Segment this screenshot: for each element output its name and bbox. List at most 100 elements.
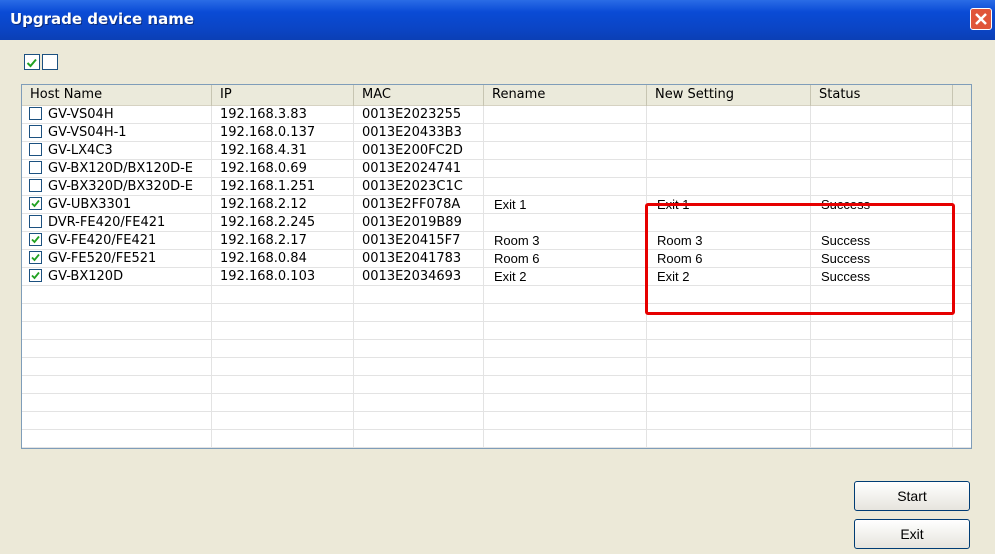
new-setting-cell: Exit 1 (647, 196, 811, 214)
host-name-cell: GV-UBX3301 (22, 196, 212, 214)
row-checkbox[interactable] (29, 251, 42, 264)
row-checkbox[interactable] (29, 125, 42, 138)
new-setting-cell (647, 106, 811, 124)
rename-cell (484, 142, 647, 160)
start-button[interactable]: Start (854, 481, 970, 511)
column-header-ip[interactable]: IP (212, 85, 354, 106)
new-setting-cell (647, 358, 811, 376)
filler-cell (953, 268, 971, 286)
new-setting-cell (647, 304, 811, 322)
empty-row (22, 286, 971, 304)
filler-cell (953, 412, 971, 430)
row-checkbox[interactable] (29, 107, 42, 120)
table-row[interactable]: GV-VS04H-1 192.168.0.137 0013E20433B3 (22, 124, 971, 142)
table-row[interactable]: GV-LX4C3 192.168.4.31 0013E200FC2D (22, 142, 971, 160)
status-cell (811, 430, 953, 448)
status-cell (811, 340, 953, 358)
table-row[interactable]: GV-BX120D 192.168.0.103 0013E2034693 Exit 2… (22, 268, 971, 286)
row-checkbox[interactable] (29, 143, 42, 156)
host-name-cell: GV-BX120D/BX120D-E (22, 160, 212, 178)
empty-row (22, 304, 971, 322)
host-name-text: GV-BX120D (48, 269, 124, 284)
filler-cell (953, 286, 971, 304)
host-name-text: GV-VS04H (48, 107, 114, 122)
host-name-cell (22, 430, 212, 448)
mac-cell (354, 376, 484, 394)
table-row[interactable]: GV-UBX3301 192.168.2.12 0013E2FF078A Exit 1… (22, 196, 971, 214)
filler-cell (953, 232, 971, 250)
column-header-host-name[interactable]: Host Name (22, 85, 212, 106)
filler-cell (953, 430, 971, 448)
row-checkbox[interactable] (29, 215, 42, 228)
new-setting-cell (647, 340, 811, 358)
new-setting-cell (647, 376, 811, 394)
exit-button[interactable]: Exit (854, 519, 970, 549)
new-setting-cell: Room 3 (647, 232, 811, 250)
status-cell (811, 376, 953, 394)
mac-cell: 0013E2041783 (354, 250, 484, 268)
empty-row (22, 358, 971, 376)
mac-cell: 0013E2024741 (354, 160, 484, 178)
table-row[interactable]: GV-FE420/FE421 192.168.2.17 0013E20415F7 Ro… (22, 232, 971, 250)
table-row[interactable]: GV-FE520/FE521 192.168.0.84 0013E2041783 Ro… (22, 250, 971, 268)
row-checkbox[interactable] (29, 161, 42, 174)
ip-cell: 192.168.1.251 (212, 178, 354, 196)
close-button[interactable] (970, 8, 992, 30)
ip-cell: 192.168.2.245 (212, 214, 354, 232)
mac-cell: 0013E20433B3 (354, 124, 484, 142)
mac-cell: 0013E2023C1C (354, 178, 484, 196)
rename-cell (484, 340, 647, 358)
table-row[interactable]: DVR-FE420/FE421 192.168.2.245 0013E2019B89 (22, 214, 971, 232)
row-checkbox[interactable] (29, 179, 42, 192)
rename-cell (484, 394, 647, 412)
status-cell (811, 106, 953, 124)
status-cell (811, 304, 953, 322)
filler-cell (953, 340, 971, 358)
new-setting-cell (647, 430, 811, 448)
column-header-mac[interactable]: MAC (354, 85, 484, 106)
table-row[interactable]: GV-BX120D/BX120D-E 192.168.0.69 0013E20247… (22, 160, 971, 178)
host-name-cell (22, 358, 212, 376)
ip-cell: 192.168.4.31 (212, 142, 354, 160)
table-row[interactable]: GV-VS04H 192.168.3.83 0013E2023255 (22, 106, 971, 124)
row-checkbox[interactable] (29, 197, 42, 210)
rename-cell (484, 106, 647, 124)
row-checkbox[interactable] (29, 269, 42, 282)
column-header-new-setting[interactable]: New Setting (647, 85, 811, 106)
status-cell (811, 322, 953, 340)
select-all-icon[interactable] (24, 54, 40, 70)
table-row[interactable]: GV-BX320D/BX320D-E 192.168.1.251 0013E2023… (22, 178, 971, 196)
status-cell (811, 286, 953, 304)
ip-cell (212, 430, 354, 448)
upgrade-device-name-window: Upgrade device name Host Name IP MAC Ren… (0, 0, 995, 554)
row-checkbox[interactable] (29, 233, 42, 246)
mac-cell (354, 304, 484, 322)
filler-cell (953, 376, 971, 394)
mac-cell (354, 286, 484, 304)
select-none-icon[interactable] (42, 54, 58, 70)
rename-cell (484, 358, 647, 376)
filler-cell (953, 178, 971, 196)
ip-cell (212, 322, 354, 340)
host-name-cell: GV-BX320D/BX320D-E (22, 178, 212, 196)
status-cell (811, 124, 953, 142)
mac-cell (354, 430, 484, 448)
new-setting-cell: Room 6 (647, 250, 811, 268)
column-header-rename[interactable]: Rename (484, 85, 647, 106)
device-list[interactable]: Host Name IP MAC Rename New Setting Stat… (21, 84, 972, 449)
ip-cell: 192.168.0.137 (212, 124, 354, 142)
new-setting-cell (647, 394, 811, 412)
empty-row (22, 376, 971, 394)
host-name-text: GV-FE420/FE421 (48, 233, 157, 248)
column-header-status[interactable]: Status (811, 85, 953, 106)
host-name-text: DVR-FE420/FE421 (48, 215, 166, 230)
rename-cell (484, 412, 647, 430)
host-name-text: GV-UBX3301 (48, 197, 132, 212)
rename-cell (484, 376, 647, 394)
rename-cell: Exit 2 (484, 268, 647, 286)
host-name-cell: DVR-FE420/FE421 (22, 214, 212, 232)
window-title: Upgrade device name (10, 10, 195, 28)
host-name-text: GV-LX4C3 (48, 143, 113, 158)
title-bar[interactable]: Upgrade device name (0, 0, 995, 40)
status-cell (811, 394, 953, 412)
